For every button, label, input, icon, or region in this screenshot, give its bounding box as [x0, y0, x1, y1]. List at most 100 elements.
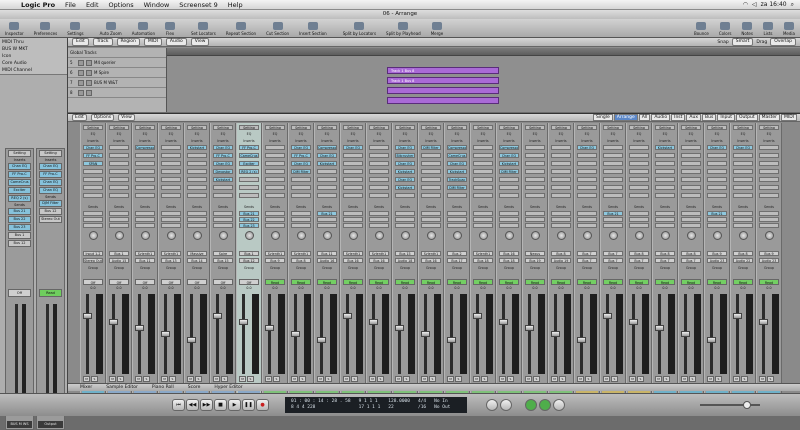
- insert-slot[interactable]: [681, 161, 701, 166]
- pan-knob[interactable]: [557, 231, 566, 240]
- output-slot[interactable]: Bus 13: [161, 258, 181, 263]
- pan-knob[interactable]: [713, 231, 722, 240]
- send-slot[interactable]: [343, 217, 363, 222]
- settings-button[interactable]: Settings: [62, 22, 88, 37]
- send-slot[interactable]: [135, 223, 155, 228]
- insert-slot[interactable]: [551, 145, 571, 150]
- output-slot[interactable]: Audio 15: [109, 258, 129, 263]
- insert-slot[interactable]: [681, 145, 701, 150]
- mute-button[interactable]: M: [135, 376, 142, 382]
- send-slot[interactable]: [499, 217, 519, 222]
- send-slot[interactable]: [577, 217, 597, 222]
- insert-slot[interactable]: Chan EQ: [395, 161, 415, 166]
- insert-slot[interactable]: [369, 177, 389, 182]
- insert-slot[interactable]: [161, 193, 181, 198]
- mute-button[interactable]: M: [447, 376, 454, 382]
- insert-slot[interactable]: DJM Filter: [499, 169, 519, 174]
- automation-mode[interactable]: Read: [551, 279, 571, 285]
- input-slot[interactable]: Nexus: [525, 251, 545, 256]
- insert-slot[interactable]: [733, 169, 753, 174]
- input-slot[interactable]: Bus 1: [109, 251, 129, 256]
- insert-slot[interactable]: [421, 161, 441, 166]
- input-slot[interactable]: Sylenth1: [135, 251, 155, 256]
- insert-slot[interactable]: [577, 185, 597, 190]
- send-slot[interactable]: Bus 23: [239, 223, 259, 228]
- send-slot[interactable]: [473, 223, 493, 228]
- insert-slot[interactable]: REQ 2 (s): [8, 195, 31, 202]
- mute-button[interactable]: M: [473, 376, 480, 382]
- send-slot[interactable]: [551, 217, 571, 222]
- insert-slot[interactable]: [161, 153, 181, 158]
- filter-button-all[interactable]: All: [638, 114, 651, 121]
- automation-mode[interactable]: Off: [187, 279, 207, 285]
- input-slot[interactable]: Bus 9: [707, 251, 727, 256]
- clock[interactable]: za 16:40: [761, 1, 787, 8]
- insert-slot[interactable]: [551, 169, 571, 174]
- insert-slot[interactable]: [759, 169, 779, 174]
- setting-button[interactable]: Setting: [525, 125, 545, 130]
- insert-slot[interactable]: [239, 185, 259, 190]
- insert-slot[interactable]: [421, 153, 441, 158]
- insert-slot[interactable]: [733, 193, 753, 198]
- fader-handle[interactable]: [343, 313, 352, 319]
- mute-button[interactable]: M: [265, 376, 272, 382]
- output-slot[interactable]: Audio 18: [395, 258, 415, 263]
- output-slot[interactable]: Bus 15: [213, 258, 233, 263]
- send-slot[interactable]: [733, 217, 753, 222]
- insert-slot[interactable]: Chan EQ: [213, 145, 233, 150]
- output-slot[interactable]: Bus 7: [577, 258, 597, 263]
- mute-button[interactable]: M: [291, 376, 298, 382]
- input-slot[interactable]: Bus 12: [39, 208, 62, 215]
- fader-handle[interactable]: [395, 325, 404, 331]
- input-slot[interactable]: Bus 7: [603, 251, 623, 256]
- output-slot[interactable]: Bus 11: [135, 258, 155, 263]
- insert-slot[interactable]: [213, 193, 233, 198]
- output-slot[interactable]: Stereo Out: [39, 216, 62, 223]
- output-slot[interactable]: Bus 7: [655, 258, 675, 263]
- tab-sample-editor[interactable]: Sample Editor: [106, 385, 138, 390]
- repeat-section-button[interactable]: Repeat Section: [221, 22, 261, 37]
- insert-slot[interactable]: CameCrus: [8, 179, 31, 186]
- solo-button[interactable]: S: [403, 376, 410, 382]
- insert-slot[interactable]: [603, 193, 623, 198]
- send-slot[interactable]: [655, 217, 675, 222]
- insert-slot[interactable]: Devastor: [213, 169, 233, 174]
- insert-slot[interactable]: [759, 153, 779, 158]
- output-slot[interactable]: Bus 16: [343, 258, 363, 263]
- send-slot[interactable]: Bus 21: [8, 208, 31, 215]
- insert-slot[interactable]: [603, 161, 623, 166]
- automation-mode[interactable]: Read: [447, 279, 467, 285]
- filter-button-audio[interactable]: Audio: [651, 114, 671, 121]
- set-locators-button[interactable]: Set Locators: [186, 22, 221, 37]
- insert-slot[interactable]: [759, 177, 779, 182]
- fader-handle[interactable]: [135, 325, 144, 331]
- input-slot[interactable]: Input 1-2: [83, 251, 103, 256]
- mute-button[interactable]: M: [343, 376, 350, 382]
- fader-handle[interactable]: [473, 313, 482, 319]
- solo-button[interactable]: S: [533, 376, 540, 382]
- insert-slot[interactable]: [759, 145, 779, 150]
- send-slot[interactable]: Bus 21: [317, 211, 337, 216]
- insert-slot[interactable]: [733, 177, 753, 182]
- channel-strip[interactable]: Setting EQ Inserts Chan EQ FF Pro-C Chan EQ DJ…: [288, 123, 314, 394]
- send-slot[interactable]: [291, 217, 311, 222]
- insert-slot[interactable]: [525, 161, 545, 166]
- output-slot[interactable]: Bus 9: [265, 258, 285, 263]
- insert-slot[interactable]: [291, 177, 311, 182]
- insert-slot[interactable]: [343, 185, 363, 190]
- setting-button[interactable]: Setting: [291, 125, 311, 130]
- insert-slot[interactable]: SPAN: [83, 161, 103, 166]
- insert-slot[interactable]: Chan EQ: [317, 153, 337, 158]
- automation-mode[interactable]: Off: [83, 279, 103, 285]
- solo-button[interactable]: S: [195, 376, 202, 382]
- insert-slot[interactable]: [577, 161, 597, 166]
- send-slot[interactable]: [213, 217, 233, 222]
- filter-button-input[interactable]: Input: [717, 114, 735, 121]
- channel-strip[interactable]: Setting EQ Inserts FF Pro-C CameCrus Exciter R…: [236, 123, 262, 394]
- send-slot[interactable]: [369, 217, 389, 222]
- send-slot[interactable]: [577, 211, 597, 216]
- insert-slot[interactable]: [603, 185, 623, 190]
- input-slot[interactable]: Bus 9: [759, 251, 779, 256]
- solo-button[interactable]: S: [351, 376, 358, 382]
- insert-slot[interactable]: [343, 153, 363, 158]
